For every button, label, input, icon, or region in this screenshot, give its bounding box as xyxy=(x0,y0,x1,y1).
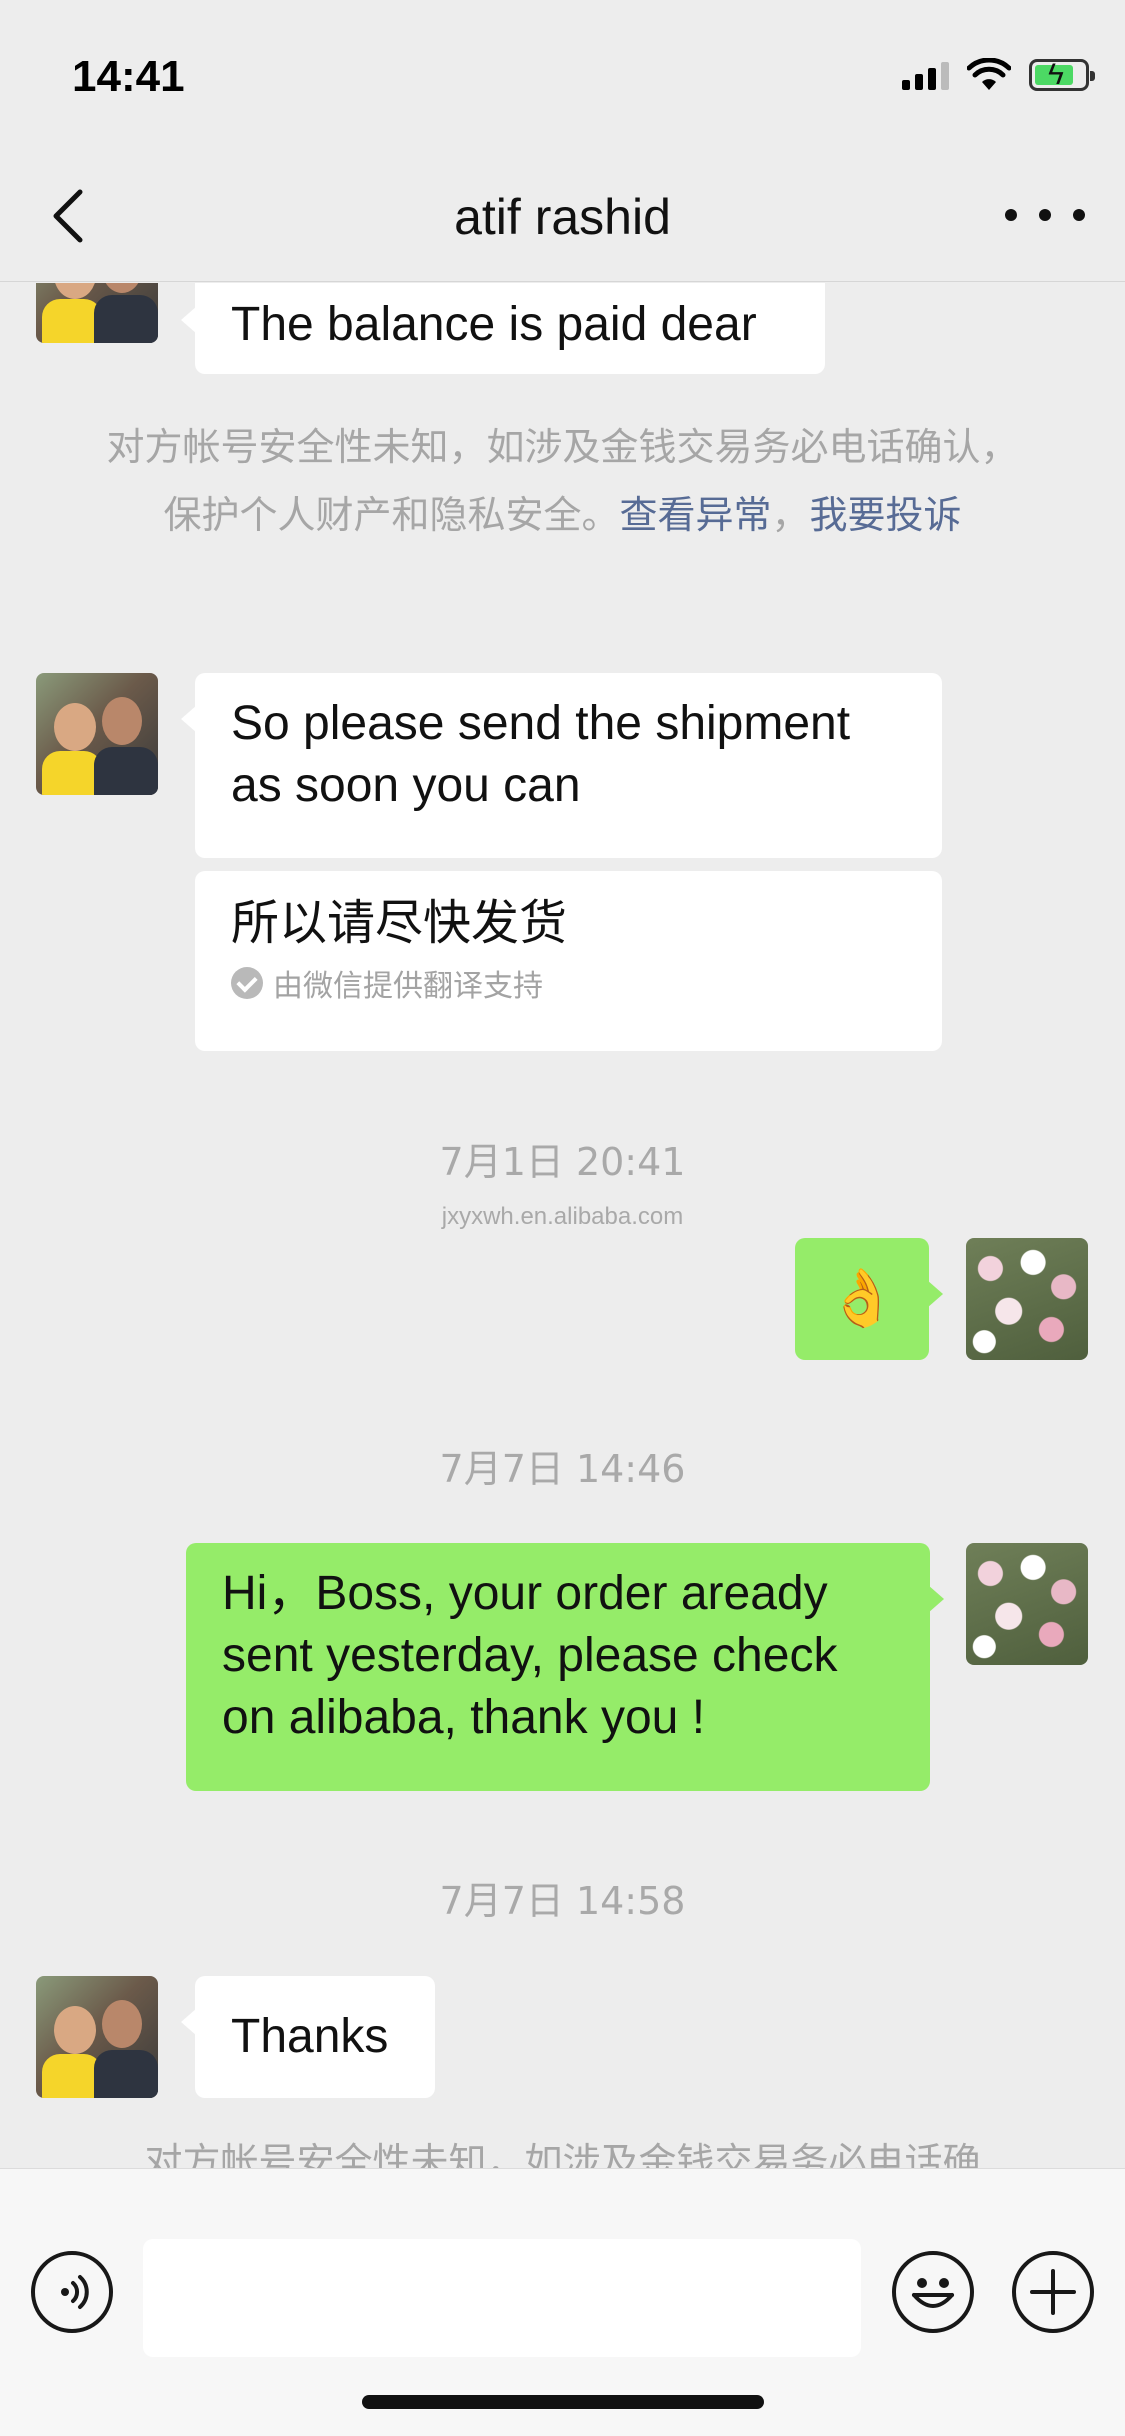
nav-bar: atif rashid xyxy=(0,150,1125,282)
timestamp: 7月7日 14:58 xyxy=(439,1879,686,1923)
contact-avatar[interactable] xyxy=(36,673,158,795)
battery-charging-icon: ϟ xyxy=(1029,58,1095,91)
message-bubble-outgoing[interactable]: Hi，Boss, your order aready sent yesterda… xyxy=(186,1543,944,1791)
translation-note-text: 由微信提供翻译支持 xyxy=(273,969,543,1004)
home-indicator[interactable] xyxy=(362,2395,764,2409)
security-notice: 对方帐号安全性未知，如涉及金钱交易务必电话确认，保护个人财产和隐私安全。查看异常… xyxy=(90,413,1035,549)
security-notice: 对方帐号安全性未知，如涉及金钱交易务必电话确 xyxy=(144,2140,981,2168)
my-avatar[interactable] xyxy=(966,1543,1088,1665)
message-bubble-incoming[interactable]: So please send the shipment as soon you … xyxy=(181,673,942,858)
voice-icon[interactable] xyxy=(31,2251,113,2333)
timestamp: 7月7日 14:46 xyxy=(439,1447,686,1491)
notice-separator: ， xyxy=(771,493,810,537)
emoji-icon[interactable] xyxy=(892,2251,974,2333)
message-bubble-incoming[interactable]: Thanks xyxy=(181,1976,435,2098)
contact-avatar[interactable] xyxy=(36,283,158,343)
status-icons: ϟ xyxy=(902,58,1095,92)
signal-icon xyxy=(902,60,949,90)
contact-avatar[interactable] xyxy=(36,1976,158,2098)
status-time: 14:41 xyxy=(72,52,185,101)
view-exception-link[interactable]: 查看异常 xyxy=(619,493,771,537)
translation-text: 所以请尽快发货 xyxy=(231,895,568,951)
ellipsis-icon[interactable] xyxy=(1005,200,1085,230)
my-avatar[interactable] xyxy=(966,1238,1088,1360)
chat-title[interactable]: atif rashid xyxy=(0,188,1125,246)
status-bar: 14:41 ϟ xyxy=(0,0,1125,150)
wifi-icon xyxy=(967,58,1011,90)
plus-icon[interactable] xyxy=(1012,2251,1094,2333)
report-complaint-link[interactable]: 我要投诉 xyxy=(810,493,962,537)
message-input[interactable] xyxy=(143,2239,861,2357)
timestamp: 7月1日 20:41 xyxy=(439,1140,686,1184)
chat-messages[interactable]: The balance is paid dear 对方帐号安全性未知，如涉及金钱… xyxy=(0,283,1125,2168)
translation-note: 由微信提供翻译支持 xyxy=(231,961,906,1005)
source-domain: jxyxwh.en.alibaba.com xyxy=(441,1203,684,1230)
message-bubble-outgoing[interactable]: 👌 xyxy=(795,1238,943,1360)
check-circle-icon xyxy=(231,967,263,999)
translation-card[interactable]: 所以请尽快发货 由微信提供翻译支持 xyxy=(195,871,942,1051)
message-bubble-incoming[interactable]: The balance is paid dear xyxy=(181,283,825,374)
